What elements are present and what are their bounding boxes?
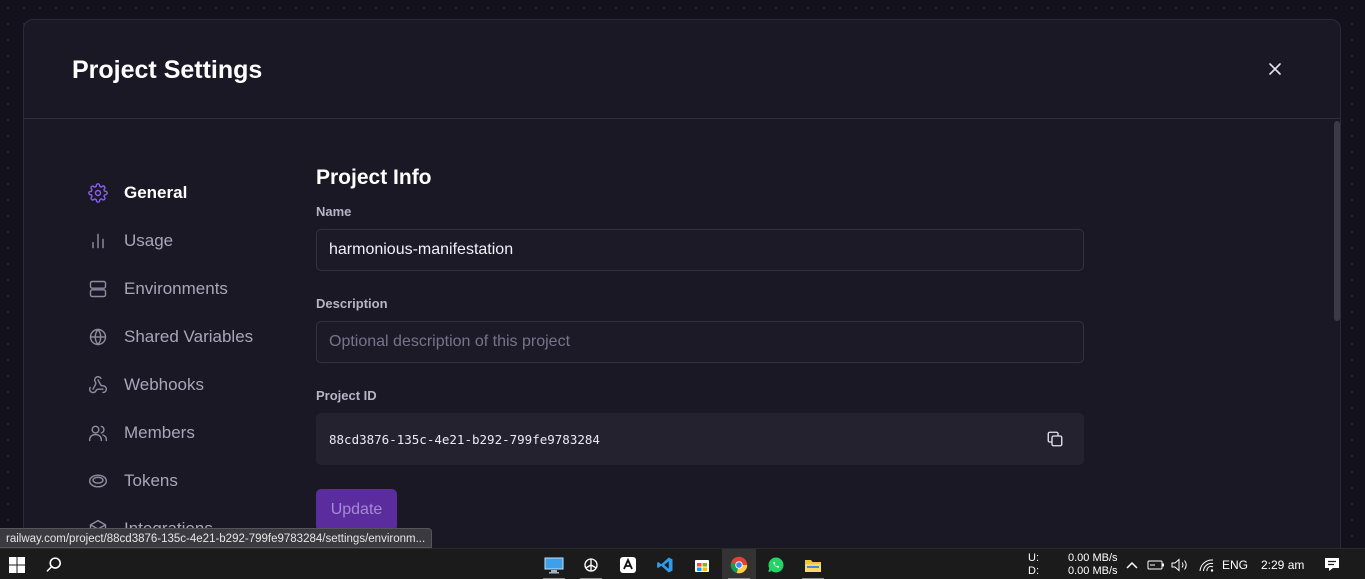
project-settings-modal: Project Settings General Usage Environme… <box>23 19 1341 559</box>
whatsapp-icon <box>768 557 784 572</box>
sidebar-item-webhooks[interactable]: Webhooks <box>88 361 253 409</box>
speaker-icon <box>1171 557 1187 572</box>
users-icon <box>88 423 108 443</box>
project-info-section: Project Info Name Description Project ID… <box>316 166 1084 531</box>
net-upload-label: U: <box>1028 552 1039 564</box>
modal-scrollbar[interactable] <box>1333 119 1340 558</box>
sidebar-item-members[interactable]: Members <box>88 409 253 457</box>
description-input[interactable] <box>316 321 1084 363</box>
scrollbar-thumb[interactable] <box>1334 121 1340 321</box>
taskbar-app-store[interactable] <box>685 549 719 579</box>
taskbar-app-cursor[interactable] <box>611 549 645 579</box>
sidebar-item-tokens[interactable]: Tokens <box>88 457 253 505</box>
project-id-box: 88cd3876-135c-4e21-b292-799fe9783284 <box>316 413 1084 465</box>
search-icon <box>46 557 61 572</box>
chrome-icon <box>730 556 748 573</box>
vscode-icon <box>657 557 673 572</box>
chevron-up-icon <box>1126 561 1138 569</box>
battery-button[interactable] <box>1146 549 1166 579</box>
net-download-label: D: <box>1028 565 1039 577</box>
sidebar-item-label: Webhooks <box>124 375 205 394</box>
description-label: Description <box>316 296 388 311</box>
notification-icon <box>1325 558 1339 571</box>
sidebar-item-label: Usage <box>124 231 174 250</box>
taskbar-app-vscode[interactable] <box>648 549 682 579</box>
project-name-input[interactable] <box>316 229 1084 271</box>
store-icon <box>695 559 709 572</box>
net-upload-value: 0.00 MB/s <box>1068 552 1118 564</box>
server-icon <box>88 279 108 299</box>
sidebar-item-label: Tokens <box>124 471 178 490</box>
modal-title: Project Settings <box>72 56 263 84</box>
net-download-value: 0.00 MB/s <box>1068 565 1118 577</box>
settings-sidebar: General Usage Environments Shared Variab… <box>88 169 253 553</box>
tray-overflow-button[interactable] <box>1124 549 1140 579</box>
taskbar-app-chatgpt[interactable] <box>574 549 608 579</box>
battery-icon <box>1147 560 1164 569</box>
sidebar-item-environments[interactable]: Environments <box>88 265 253 313</box>
windows-logo-icon <box>9 556 25 573</box>
name-label: Name <box>316 204 352 219</box>
update-button[interactable]: Update <box>316 489 397 531</box>
browser-status-url: railway.com/project/88cd3876-135c-4e21-b… <box>0 528 433 548</box>
search-button[interactable] <box>38 549 70 579</box>
token-icon <box>88 471 108 491</box>
start-button[interactable] <box>0 549 34 579</box>
close-button[interactable] <box>1264 58 1286 80</box>
windows-taskbar: U: D: 0.00 MB/s 0.00 MB/s ENG 2:29 am <box>0 548 1365 579</box>
gear-icon <box>88 183 108 203</box>
wifi-icon <box>1199 558 1214 572</box>
language-indicator[interactable]: ENG <box>1222 558 1248 572</box>
globe-icon <box>88 327 108 347</box>
chatgpt-icon <box>584 557 598 572</box>
monitor-icon <box>544 557 564 573</box>
folder-icon <box>805 559 821 572</box>
volume-button[interactable] <box>1170 549 1190 579</box>
sidebar-item-label: Environments <box>124 279 228 298</box>
taskbar-app-whatsapp[interactable] <box>759 549 793 579</box>
ai-app-icon <box>620 556 636 573</box>
sidebar-item-general[interactable]: General <box>88 169 253 217</box>
project-id-value: 88cd3876-135c-4e21-b292-799fe9783284 <box>329 431 600 447</box>
taskbar-app-file-explorer[interactable] <box>796 549 830 579</box>
project-id-label: Project ID <box>316 388 377 403</box>
section-title: Project Info <box>316 166 432 189</box>
taskbar-app-chrome[interactable] <box>722 549 756 579</box>
sidebar-item-shared-variables[interactable]: Shared Variables <box>88 313 253 361</box>
notifications-button[interactable] <box>1320 549 1344 579</box>
modal-header: Project Settings <box>24 20 1340 119</box>
webhook-icon <box>88 375 108 395</box>
sidebar-item-usage[interactable]: Usage <box>88 217 253 265</box>
copy-icon <box>1047 431 1063 447</box>
clock[interactable]: 2:29 am <box>1261 558 1304 572</box>
wifi-button[interactable] <box>1196 549 1216 579</box>
taskbar-app-desktop[interactable] <box>537 549 571 579</box>
copy-button[interactable] <box>1046 430 1064 448</box>
bar-chart-icon <box>88 231 108 251</box>
close-icon <box>1269 63 1281 75</box>
sidebar-item-label: General <box>124 183 188 202</box>
sidebar-item-label: Shared Variables <box>124 327 254 346</box>
sidebar-item-label: Members <box>124 423 195 442</box>
